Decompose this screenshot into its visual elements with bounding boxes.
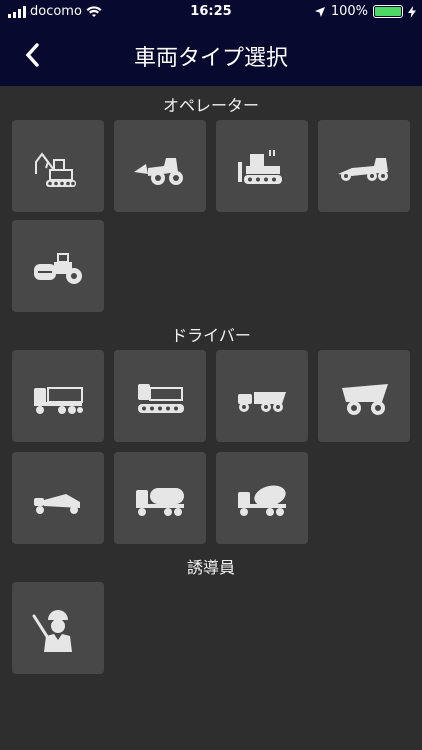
vehicle-tile-flagman[interactable]	[12, 582, 104, 674]
vehicle-tile-rigid-dump[interactable]	[318, 350, 410, 442]
vehicle-tile-dump-truck[interactable]	[12, 350, 104, 442]
section-title-driver: ドライバー	[171, 326, 251, 345]
tanker-truck-icon	[136, 488, 184, 516]
charging-icon	[408, 5, 416, 18]
battery-icon	[373, 5, 403, 18]
scraper-icon	[34, 494, 80, 514]
articulated-dump-icon	[238, 392, 286, 412]
vehicle-tile-excavator[interactable]	[12, 120, 104, 212]
road-roller-icon	[34, 253, 82, 284]
concrete-mixer-icon	[238, 485, 286, 516]
bulldozer-icon	[238, 150, 282, 184]
motor-grader-icon	[338, 158, 388, 181]
vehicle-tile-motor-grader[interactable]	[318, 120, 410, 212]
excavator-icon	[35, 152, 76, 187]
section-title-operator: オペレーター	[162, 96, 259, 115]
vehicle-tile-articulated-dump[interactable]	[216, 350, 308, 442]
page-title: 車両タイプ選択	[133, 46, 288, 71]
flagman-icon	[32, 610, 72, 652]
dump-truck-icon	[34, 387, 83, 414]
battery-percent: 100%	[330, 4, 368, 19]
vehicle-tile-tanker-truck[interactable]	[114, 452, 206, 544]
vehicle-tile-road-roller[interactable]	[12, 220, 104, 312]
wheel-loader-icon	[134, 158, 183, 185]
vehicle-tile-bulldozer[interactable]	[216, 120, 308, 212]
vehicle-tile-concrete-mixer[interactable]	[216, 452, 308, 544]
vehicle-tile-scraper[interactable]	[12, 452, 104, 544]
vehicle-tile-wheel-loader[interactable]	[114, 120, 206, 212]
vehicle-tile-crawler-carrier[interactable]	[114, 350, 206, 442]
crawler-carrier-icon	[138, 384, 184, 413]
section-title-guide: 誘導員	[186, 558, 235, 577]
location-icon	[314, 6, 325, 17]
status-bar: docomo 16:25 100%	[0, 0, 422, 24]
nav-bar: 車両タイプ選択	[0, 24, 422, 86]
rigid-dump-icon	[342, 384, 388, 415]
